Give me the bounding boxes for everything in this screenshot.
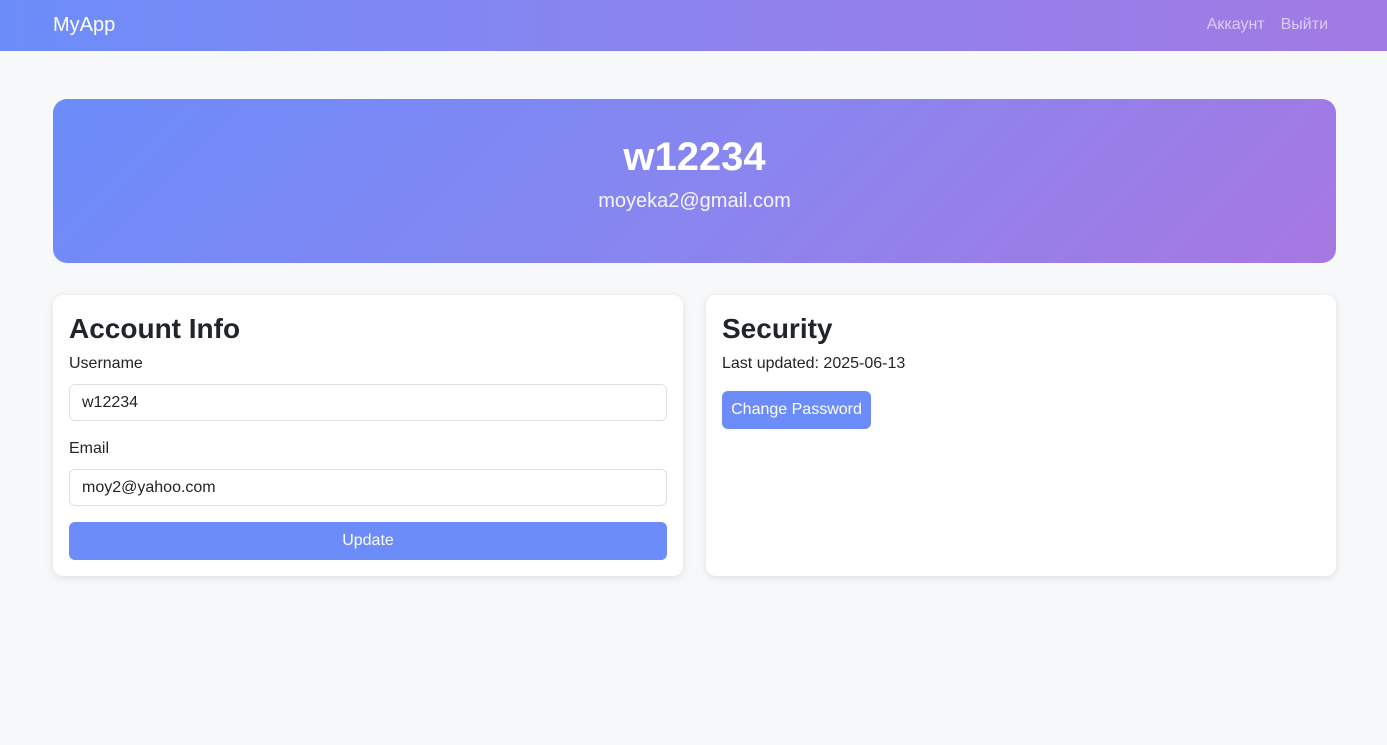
update-button[interactable]: Update [69,522,667,560]
brand-logo-link[interactable]: MyApp [53,12,115,38]
change-password-button[interactable]: Change Password [722,391,871,429]
nav-link-logout[interactable]: Выйти [1281,15,1328,35]
username-input[interactable] [69,384,667,421]
email-input[interactable] [69,469,667,506]
profile-username: w12234 [623,135,766,179]
account-info-card: Account Info Username Email Update [53,295,683,576]
security-title: Security [722,313,833,344]
password-last-updated: Last updated: 2025-06-13 [722,355,906,372]
nav-links: Аккаунт Выйти [1207,15,1328,35]
username-label: Username [69,355,143,372]
email-label: Email [69,440,110,457]
account-info-title: Account Info [69,313,241,344]
security-card: Security Last updated: 2025-06-13 Change… [706,295,1336,576]
profile-header-banner: w12234 moyeka2@gmail.com [53,99,1336,263]
profile-email: moyeka2@gmail.com [598,190,791,212]
top-navbar: MyApp Аккаунт Выйти [0,0,1387,51]
nav-link-account[interactable]: Аккаунт [1207,15,1265,35]
